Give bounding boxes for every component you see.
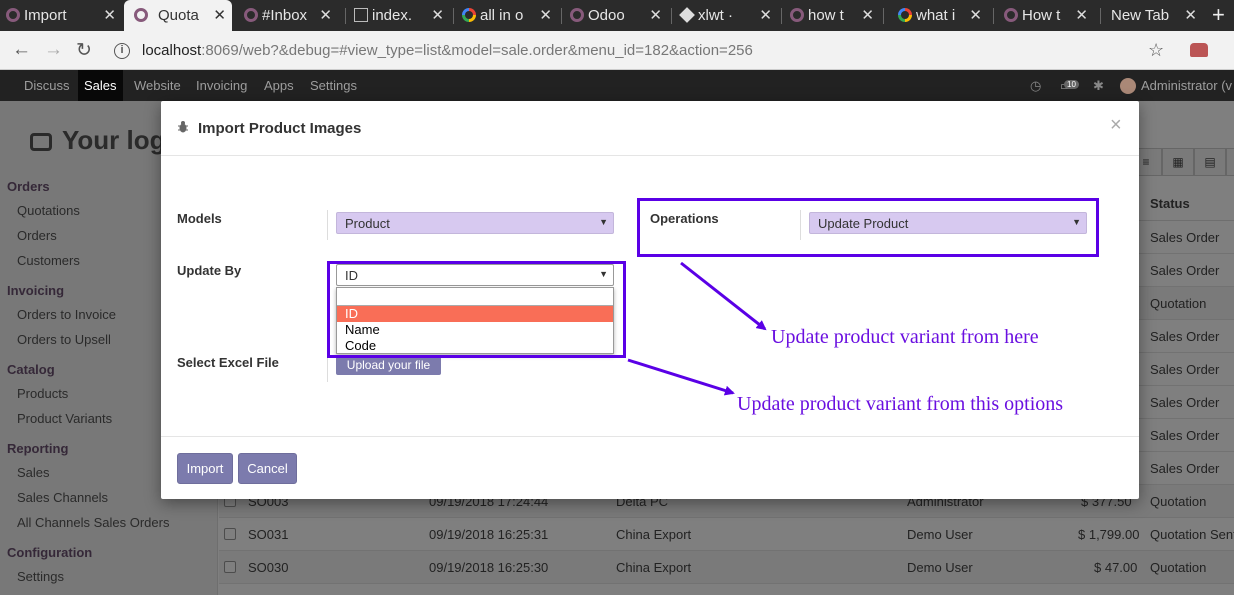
operations-highlight-box — [637, 198, 1099, 257]
menu-sales[interactable]: Sales — [78, 70, 123, 101]
close-icon[interactable]: ✕ — [431, 6, 444, 24]
browser-tab[interactable]: Odoo ✕ — [564, 0, 668, 31]
browser-tab[interactable]: all in o ✕ — [456, 0, 558, 31]
odoo-icon — [1004, 8, 1018, 22]
close-icon[interactable]: ✕ — [861, 6, 874, 24]
browser-tab[interactable]: How t ✕ — [998, 0, 1094, 31]
browser-tab-active[interactable]: Quota ✕ — [124, 0, 232, 31]
google-icon — [898, 8, 912, 22]
dialog-footer — [161, 436, 1139, 499]
close-icon[interactable]: ✕ — [759, 6, 772, 24]
close-icon[interactable]: ✕ — [103, 6, 116, 24]
browser-tab[interactable]: New Tab ✕ — [1103, 0, 1203, 31]
close-icon[interactable]: ✕ — [1184, 6, 1197, 24]
address-bar: ← → ↻ i localhost:8069/web?&debug=#view_… — [0, 31, 1234, 70]
dropdown-arrow-icon: ▼ — [599, 217, 608, 227]
cancel-button[interactable]: Cancel — [238, 453, 297, 484]
odoo-icon — [6, 8, 20, 22]
forward-icon[interactable]: → — [44, 39, 63, 61]
bug-icon[interactable]: ✱ — [1093, 78, 1104, 94]
bug-icon — [178, 121, 188, 133]
clock-icon[interactable]: ◷ — [1030, 78, 1041, 94]
close-icon[interactable]: × — [1110, 114, 1122, 137]
close-icon[interactable]: ✕ — [649, 6, 662, 24]
browser-tab-strip: Import ✕ Quota ✕ #Inbox ✕ index. ✕ all i… — [0, 0, 1234, 31]
new-tab-icon[interactable]: + — [1212, 2, 1225, 28]
back-icon[interactable]: ← — [12, 39, 31, 61]
menu-discuss[interactable]: Discuss — [18, 70, 76, 101]
dialog-title: Import Product Images — [198, 120, 362, 137]
close-icon[interactable]: ✕ — [539, 6, 552, 24]
annotation-note: Update product variant from here — [771, 326, 1039, 348]
menu-apps[interactable]: Apps — [258, 70, 300, 101]
close-icon[interactable]: ✕ — [319, 6, 332, 24]
browser-tab[interactable]: index. ✕ — [348, 0, 450, 31]
browser-tab[interactable]: how t ✕ — [784, 0, 880, 31]
odoo-top-menu: Discuss Sales Website Invoicing Apps Set… — [0, 70, 1234, 101]
reload-icon[interactable]: ↻ — [76, 39, 92, 62]
package-icon — [679, 7, 695, 23]
odoo-icon — [244, 8, 258, 22]
update-by-label: Update By — [177, 263, 242, 278]
avatar[interactable] — [1120, 78, 1136, 94]
menu-settings[interactable]: Settings — [304, 70, 363, 101]
import-button[interactable]: Import — [177, 453, 233, 484]
user-menu[interactable]: Administrator (v — [1141, 78, 1232, 93]
info-icon[interactable]: i — [114, 42, 130, 59]
models-label: Models — [177, 211, 222, 226]
models-select[interactable]: Product ▼ — [336, 212, 614, 234]
browser-tab[interactable]: what i ✕ — [892, 0, 988, 31]
extension-icon[interactable] — [1190, 43, 1208, 57]
odoo-icon — [570, 8, 584, 22]
dialog-header: Import Product Images × — [161, 101, 1139, 156]
close-icon[interactable]: ✕ — [969, 6, 982, 24]
update-by-highlight-box — [327, 261, 626, 358]
close-icon[interactable]: ✕ — [1075, 6, 1088, 24]
document-icon — [354, 8, 368, 22]
browser-tab[interactable]: xlwt · ✕ — [674, 0, 778, 31]
url-field[interactable]: i localhost:8069/web?&debug=#view_type=l… — [114, 37, 1174, 64]
upload-file-button[interactable]: Upload your file — [336, 355, 441, 375]
select-file-label: Select Excel File — [177, 355, 279, 370]
menu-website[interactable]: Website — [128, 70, 187, 101]
import-dialog: Import Product Images × — [161, 101, 1139, 499]
menu-invoicing[interactable]: Invoicing — [190, 70, 253, 101]
google-icon — [462, 8, 476, 22]
chat-count-badge: 10 — [1064, 80, 1079, 89]
bookmark-star-icon[interactable]: ☆ — [1148, 40, 1164, 61]
browser-tab[interactable]: #Inbox ✕ — [238, 0, 338, 31]
annotation-note: Update product variant from this options — [737, 393, 1064, 415]
odoo-icon — [790, 8, 804, 22]
browser-tab[interactable]: Import ✕ — [0, 0, 122, 31]
odoo-icon — [134, 8, 148, 22]
close-icon[interactable]: ✕ — [213, 6, 226, 24]
